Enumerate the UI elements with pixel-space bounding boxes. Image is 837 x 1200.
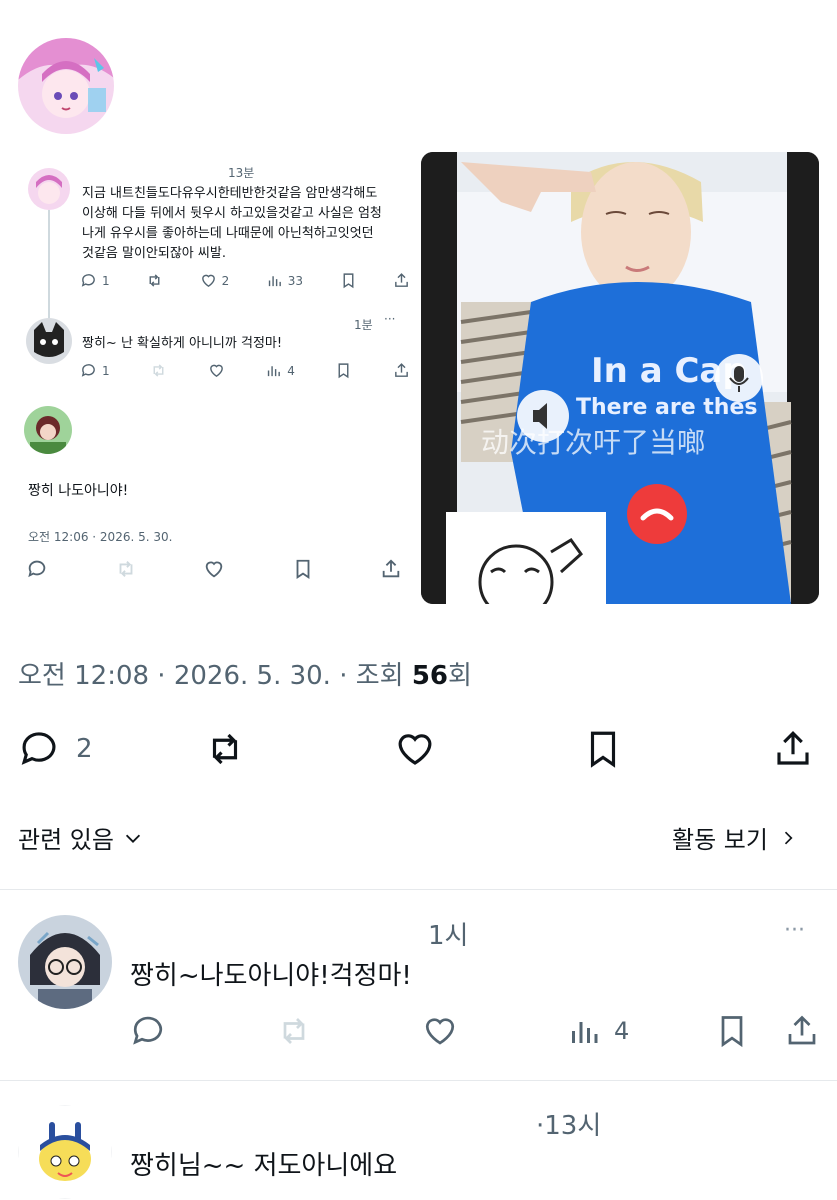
reply1-like-button[interactable] <box>422 1013 458 1049</box>
reply2-text: 짱히님~~ 저도아니에요 <box>130 1151 398 1181</box>
views-count: 4 <box>614 1017 630 1045</box>
embed-avatar-2 <box>26 318 72 364</box>
share-button[interactable] <box>772 728 814 770</box>
reply-count: 1 <box>102 363 110 378</box>
embed-share-action <box>393 272 410 289</box>
divider <box>0 889 837 890</box>
reply-icon <box>21 732 56 765</box>
embed-tweet3-text: 짱히 나도아니야! <box>28 483 129 499</box>
views-icon <box>268 276 281 287</box>
embed-reply-action: 1 <box>80 272 110 289</box>
embed-tweet1-actions: 1 2 33 <box>80 272 410 289</box>
embed-share-action <box>393 362 410 379</box>
reply-icon <box>81 274 95 287</box>
reply1-views-button[interactable]: 4 <box>566 1013 629 1049</box>
view-count: 56 <box>411 661 449 691</box>
embed-avatar-3 <box>24 406 72 454</box>
related-toggle[interactable]: 관련 있음 <box>18 820 144 855</box>
reply2-avatar[interactable] <box>18 1105 112 1199</box>
heart-icon <box>209 364 223 378</box>
retweet-icon <box>153 364 164 377</box>
activity-label: 활동 보기 <box>672 826 768 854</box>
reply-icon <box>81 364 95 377</box>
embed-tweet3-timestamp: 오전 12:06 · 2026. 5. 30. <box>28 530 173 544</box>
views-icon <box>268 366 281 377</box>
views-count: 33 <box>287 273 304 288</box>
bookmark-button[interactable] <box>582 728 624 770</box>
bookmark-icon <box>590 731 616 768</box>
embed-more-icon: ··· <box>384 312 396 326</box>
retweet-icon <box>149 274 160 287</box>
embedded-tweet-screenshot: 13분 지금 내트친들도다유우시한테반한것같음 암만생각해도 이상해 다들 뒤에… <box>18 150 410 610</box>
thread-line <box>48 210 50 320</box>
retweet-icon <box>119 561 132 577</box>
embed-tweet1-time: 13분 <box>228 166 255 180</box>
reply1-text: 짱히~나도아니야!걱정마! <box>130 961 412 991</box>
reply1-retweet-button[interactable] <box>276 1013 312 1049</box>
chevron-right-icon <box>784 831 793 844</box>
share-icon <box>777 731 809 765</box>
attached-photo[interactable]: In a Cap There are thes 动次打次吁了当啷 <box>421 152 819 604</box>
embed-retweet-action <box>150 362 167 379</box>
view-suffix: 회 <box>448 661 472 691</box>
embed-views-action: 4 <box>265 362 295 379</box>
view-activity-link[interactable]: 활동 보기 <box>672 820 798 855</box>
embed-tweet2-time: 1분 <box>354 318 373 332</box>
related-label: 관련 있음 <box>18 826 114 854</box>
embed-like-action <box>208 362 225 379</box>
embed-like-action: 2 <box>200 272 230 289</box>
reply1-share-button[interactable] <box>784 1013 820 1049</box>
reply-count: 2 <box>76 734 93 764</box>
share-icon <box>788 1015 816 1045</box>
post-meta: 오전 12:08 · 2026. 5. 30. · 조회 56회 <box>18 655 472 692</box>
embed-tweet3-actions <box>26 558 402 580</box>
retweet-button[interactable] <box>204 728 246 770</box>
bookmark-icon <box>343 273 353 289</box>
embed-retweet-action <box>146 272 163 289</box>
reply2-time: ·13시 <box>536 1111 602 1141</box>
views-icon <box>572 1022 598 1043</box>
share-icon <box>382 559 400 578</box>
reply-icon <box>133 1016 163 1045</box>
text-line: 나게 유우시를 좋아하는데 나때문에 아닌척하고잇엇던 <box>82 226 374 241</box>
chevron-down-icon <box>125 834 141 843</box>
text-line: 이상해 다들 뒤에서 뒷우시 하고있을것같고 사실은 엄청 <box>82 206 382 221</box>
author-avatar[interactable] <box>18 38 114 134</box>
embed-reply-action: 1 <box>80 362 110 379</box>
reply1-bookmark-button[interactable] <box>714 1013 750 1049</box>
divider <box>0 1080 837 1081</box>
reply1-reply-button[interactable] <box>130 1013 166 1049</box>
photo-overlay-text: 动次打次吁了当啷 <box>481 426 705 459</box>
heart-icon <box>398 734 432 765</box>
embed-tweet1-text: 지금 내트친들도다유우시한테반한것같음 암만생각해도 이상해 다들 뒤에서 뒷우… <box>82 184 412 264</box>
reply-button[interactable]: 2 <box>18 728 93 770</box>
text-line: 지금 내트친들도다유우시한테반한것같음 암만생각해도 <box>82 186 378 201</box>
bookmark-icon <box>721 1016 743 1048</box>
heart-icon <box>201 274 215 288</box>
reply1-time: 1시 <box>428 921 469 951</box>
like-count: 2 <box>221 273 230 288</box>
bookmark-icon <box>338 363 349 379</box>
retweet-icon <box>212 733 238 765</box>
embed-avatar-1 <box>28 168 70 210</box>
heart-icon <box>425 1018 455 1045</box>
share-icon <box>395 363 408 377</box>
share-icon <box>395 273 408 287</box>
views-count: 4 <box>287 363 295 378</box>
heart-icon <box>205 561 223 578</box>
bookmark-icon <box>296 559 309 579</box>
reply-icon <box>28 560 46 578</box>
embed-bookmark-action <box>340 272 357 289</box>
like-button[interactable] <box>394 728 436 770</box>
post-timestamp: 오전 12:08 · 2026. 5. 30. · 조회 <box>18 661 412 691</box>
embed-tweet2-actions: 1 4 <box>80 362 410 379</box>
embed-views-action: 33 <box>266 272 303 289</box>
reply-count: 1 <box>102 273 110 288</box>
reply1-avatar[interactable] <box>18 915 112 1009</box>
retweet-icon <box>283 1018 305 1044</box>
embed-tweet2-text: 짱히~ 난 확실하게 아니니까 걱정마! <box>82 336 283 351</box>
text-line: 것같음 말이안되잖아 씨발. <box>82 246 226 261</box>
embed-bookmark-action <box>335 362 352 379</box>
more-options-icon[interactable]: ··· <box>784 918 805 943</box>
